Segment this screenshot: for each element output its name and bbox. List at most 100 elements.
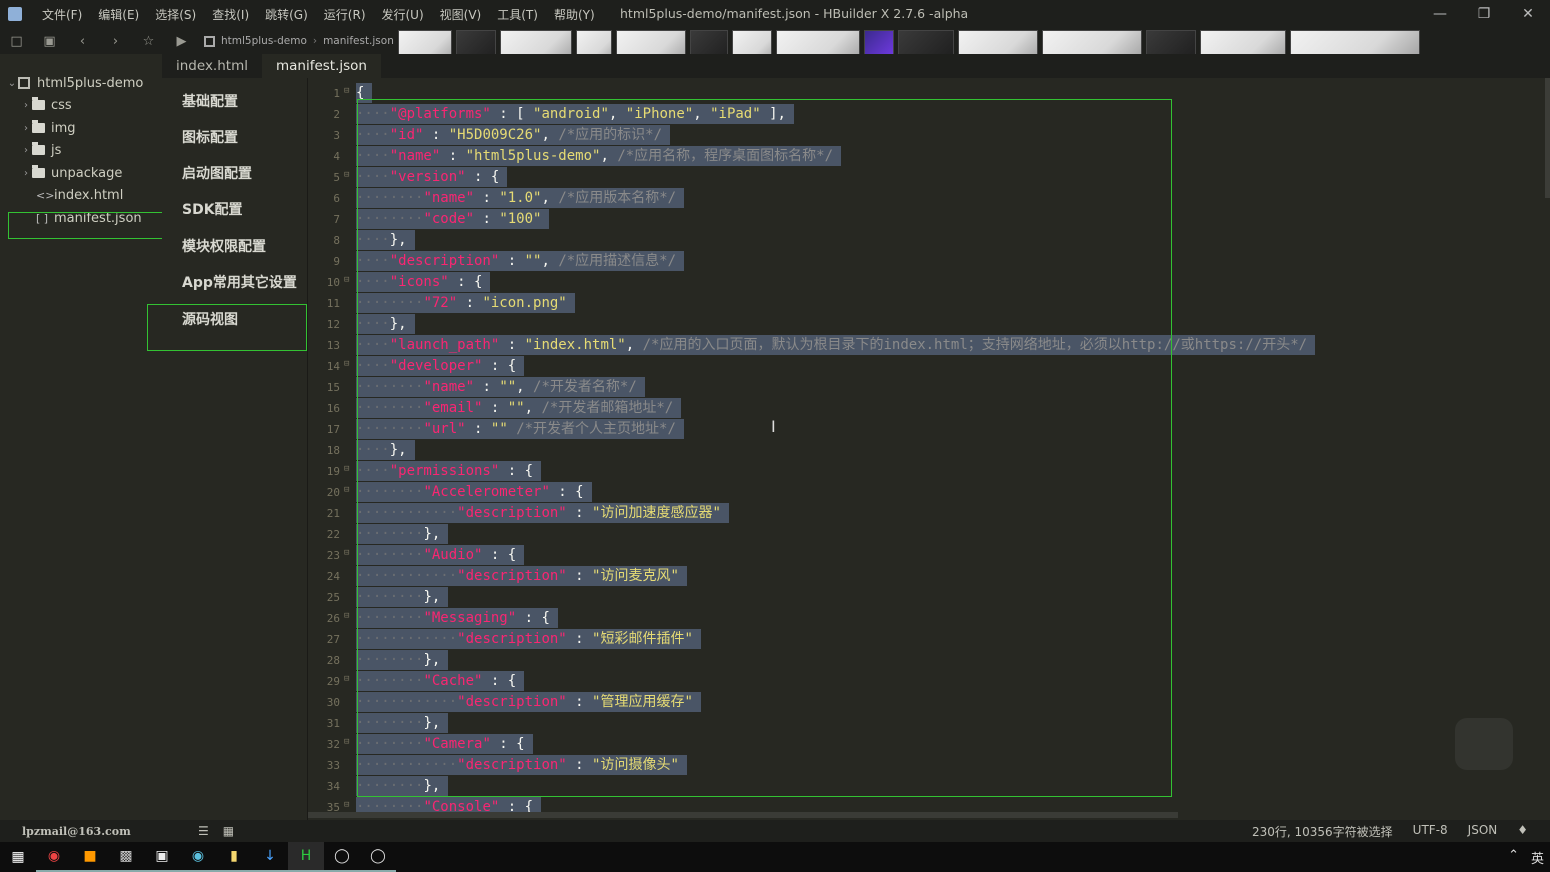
input-method-indicator[interactable]: 英 xyxy=(1531,848,1544,867)
menu-item[interactable]: 编辑(E) xyxy=(90,6,147,23)
fold-toggle-icon[interactable]: ⊟ xyxy=(344,611,349,621)
menu-item[interactable]: 工具(T) xyxy=(489,6,546,23)
chevron-right-icon: › xyxy=(312,35,318,47)
breadcrumb-item[interactable]: manifest.json xyxy=(323,35,394,47)
nav-sdk-config[interactable]: SDK配置 xyxy=(182,199,243,219)
nav-module-permissions[interactable]: 模块权限配置 xyxy=(182,236,266,256)
tree-item-folder[interactable]: › img xyxy=(20,117,76,139)
download-icon[interactable]: ↓ xyxy=(252,842,288,872)
windows-start-icon[interactable]: ▦ xyxy=(0,842,36,872)
line-number: 3 xyxy=(333,129,340,142)
line-number: 12 xyxy=(326,318,340,331)
breadcrumb-item[interactable]: html5plus-demo xyxy=(221,35,307,47)
horizontal-scrollbar[interactable] xyxy=(308,812,1178,818)
menu-item[interactable]: 选择(S) xyxy=(147,6,204,23)
line-number: 33 xyxy=(326,759,340,772)
line-number: 21 xyxy=(326,507,340,520)
fold-toggle-icon[interactable]: ⊟ xyxy=(344,170,349,180)
account-label[interactable]: lpzmail@163.com xyxy=(22,825,131,838)
title-bar: 文件(F) 编辑(E) 选择(S) 查找(I) 跳转(G) 运行(R) 发行(U) 视图(V)… xyxy=(0,0,1550,28)
fold-toggle-icon[interactable]: ⊟ xyxy=(344,359,349,369)
line-number: 27 xyxy=(326,633,340,646)
nav-icon-config[interactable]: 图标配置 xyxy=(182,127,238,147)
fold-toggle-icon[interactable]: ⊟ xyxy=(344,464,349,474)
fold-toggle-icon[interactable]: ⊟ xyxy=(344,737,349,747)
bell-icon[interactable]: ♦ xyxy=(1517,823,1528,840)
line-number: 14 xyxy=(326,360,340,373)
fold-toggle-icon[interactable]: ⊟ xyxy=(344,86,349,96)
encoding-status[interactable]: UTF-8 xyxy=(1413,823,1448,840)
tree-item-folder[interactable]: › css xyxy=(20,94,72,116)
chevron-right-icon: › xyxy=(24,99,28,111)
menu-item[interactable]: 查找(I) xyxy=(204,6,257,23)
line-number: 10 xyxy=(326,276,340,289)
tree-item-project[interactable]: ⌄ html5plus-demo xyxy=(6,72,144,94)
fold-toggle-icon[interactable]: ⊟ xyxy=(344,674,349,684)
nav-app-other-settings[interactable]: App常用其它设置 xyxy=(182,272,297,292)
obs-icon[interactable]: ◯ xyxy=(324,842,360,872)
file-explorer-icon[interactable]: ▮ xyxy=(216,842,252,872)
back-icon[interactable]: ‹ xyxy=(66,28,99,54)
hbuilder-app-icon[interactable]: H xyxy=(288,842,324,872)
line-number: 1 xyxy=(333,87,340,100)
tab-index-html[interactable]: index.html xyxy=(162,54,262,78)
sublime-icon[interactable]: ■ xyxy=(72,842,108,872)
folder-icon xyxy=(32,120,45,133)
tree-item-label: index.html xyxy=(54,187,124,203)
status-bar: lpzmail@163.com ☰ ▦ 230行, 10356字符被选择 UTF… xyxy=(0,820,1550,842)
video-play-icon xyxy=(1455,718,1513,770)
line-number: 28 xyxy=(326,654,340,667)
menu-item[interactable]: 运行(R) xyxy=(316,6,374,23)
project-icon xyxy=(18,77,30,89)
menu-item[interactable]: 视图(V) xyxy=(432,6,490,23)
line-number: 6 xyxy=(333,192,340,205)
messenger-icon[interactable]: ◉ xyxy=(180,842,216,872)
notes-icon[interactable]: ▣ xyxy=(144,842,180,872)
menu-item[interactable]: 跳转(G) xyxy=(257,6,316,23)
line-number: 24 xyxy=(326,570,340,583)
language-status[interactable]: JSON xyxy=(1468,823,1498,840)
line-number: 23 xyxy=(326,549,340,562)
menu-bar: 文件(F) 编辑(E) 选择(S) 查找(I) 跳转(G) 运行(R) 发行(U) 视图(V)… xyxy=(34,6,603,23)
nav-basic-config[interactable]: 基础配置 xyxy=(182,91,238,111)
tree-item-file[interactable]: <> index.html xyxy=(36,184,123,206)
line-number: 18 xyxy=(326,444,340,457)
tray-expand-icon[interactable]: ⌃ xyxy=(1508,848,1519,867)
tree-item-folder[interactable]: › js xyxy=(20,139,61,161)
fold-toggle-icon[interactable]: ⊟ xyxy=(344,485,349,495)
run-icon[interactable]: ▶ xyxy=(165,28,198,54)
obs-icon[interactable]: ◯ xyxy=(360,842,396,872)
terminal-icon[interactable]: ▦ xyxy=(223,824,234,838)
tree-item-folder[interactable]: › unpackage xyxy=(20,162,122,184)
terminal-app-icon[interactable]: ▩ xyxy=(108,842,144,872)
new-file-icon[interactable]: □ xyxy=(0,28,33,54)
nav-splash-config[interactable]: 启动图配置 xyxy=(182,163,252,183)
menu-item[interactable]: 发行(U) xyxy=(374,6,432,23)
line-number: 34 xyxy=(326,780,340,793)
manifest-settings-nav: 基础配置 图标配置 启动图配置 SDK配置 模块权限配置 App常用其它设置 源… xyxy=(162,78,308,820)
forward-icon[interactable]: › xyxy=(99,28,132,54)
chrome-icon[interactable]: ◉ xyxy=(36,842,72,872)
chevron-down-icon: ⌄ xyxy=(7,77,17,89)
menu-item[interactable]: 文件(F) xyxy=(34,6,90,23)
save-icon[interactable]: ▣ xyxy=(33,28,66,54)
line-number: 17 xyxy=(326,423,340,436)
bookmark-star-icon[interactable]: ☆ xyxy=(132,28,165,54)
chevron-right-icon: › xyxy=(24,122,28,134)
minimize-icon[interactable]: — xyxy=(1418,0,1462,28)
close-icon[interactable]: ✕ xyxy=(1506,0,1550,28)
breadcrumb-project-icon xyxy=(204,35,215,47)
tab-manifest-json[interactable]: manifest.json xyxy=(261,54,381,78)
tree-item-label: js xyxy=(51,142,62,158)
tree-item-label: html5plus-demo xyxy=(37,75,144,91)
line-number: 8 xyxy=(333,234,340,247)
menu-item[interactable]: 帮助(Y) xyxy=(546,6,603,23)
editor-tabs: index.html manifest.json xyxy=(162,54,1550,78)
outline-icon[interactable]: ☰ xyxy=(198,824,209,838)
fold-toggle-icon[interactable]: ⊟ xyxy=(344,800,349,810)
restore-icon[interactable]: ❐ xyxy=(1462,0,1506,28)
fold-toggle-icon[interactable]: ⊟ xyxy=(344,275,349,285)
chevron-right-icon: › xyxy=(24,167,28,179)
line-number: 9 xyxy=(333,255,340,268)
fold-toggle-icon[interactable]: ⊟ xyxy=(344,548,349,558)
